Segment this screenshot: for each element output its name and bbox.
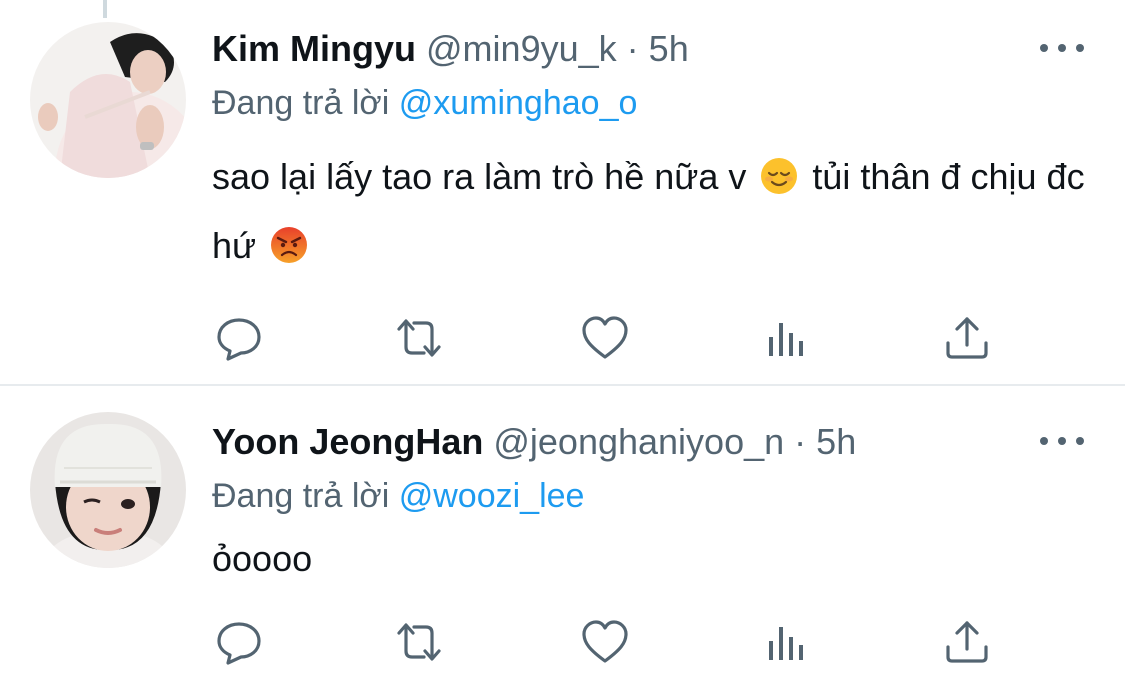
tweet-divider (0, 384, 1125, 386)
tweet-text-part: ỏoooo (212, 538, 313, 579)
username[interactable]: @min9yu_k (426, 28, 617, 69)
share-icon[interactable] (942, 617, 992, 667)
more-icon[interactable] (1040, 431, 1084, 451)
more-icon[interactable] (1040, 38, 1084, 58)
separator-dot: · (626, 28, 639, 69)
tweet[interactable]: Kim Mingyu @min9yu_k · 5h Đang trả lời @… (0, 0, 1125, 385)
replying-to-label: Đang trả lời (212, 84, 390, 122)
display-name[interactable]: Kim Mingyu (212, 28, 416, 69)
tweet-header: Yoon JeongHan @jeonghaniyoo_n · 5h (212, 421, 856, 463)
relieved-face-emoji (760, 151, 798, 214)
replying-to-label: Đang trả lời (212, 477, 390, 515)
tweet-text-part: sao lại lấy tao ra làm trò hề nữa v (212, 156, 747, 197)
retweet-icon[interactable] (394, 617, 444, 667)
reply-icon[interactable] (214, 617, 264, 667)
username[interactable]: @jeonghaniyoo_n (493, 421, 784, 462)
tweet-actions (212, 617, 1012, 667)
mention-link[interactable]: @woozi_lee (399, 477, 585, 515)
analytics-icon[interactable] (763, 617, 813, 667)
avatar-image (30, 22, 186, 178)
timestamp[interactable]: 5h (649, 28, 689, 69)
like-icon[interactable] (580, 313, 630, 363)
tweet-text: sao lại lấy tao ra làm trò hề nữa v tủi … (212, 145, 1092, 283)
analytics-icon[interactable] (763, 313, 813, 363)
separator-dot: · (794, 421, 807, 462)
display-name[interactable]: Yoon JeongHan (212, 421, 483, 462)
replying-to: Đang trả lời @woozi_lee (212, 477, 584, 516)
mention-link[interactable]: @xuminghao_o (399, 84, 638, 122)
angry-face-emoji (270, 220, 308, 283)
like-icon[interactable] (580, 617, 630, 667)
avatar[interactable] (30, 412, 186, 568)
share-icon[interactable] (942, 313, 992, 363)
tweet-actions (212, 313, 1012, 363)
reply-icon[interactable] (214, 313, 264, 363)
tweet-text: ỏoooo (212, 527, 1092, 590)
tweet-header: Kim Mingyu @min9yu_k · 5h (212, 28, 689, 70)
avatar-image (30, 412, 186, 568)
replying-to: Đang trả lời @xuminghao_o (212, 84, 637, 123)
avatar[interactable] (30, 22, 186, 178)
retweet-icon[interactable] (394, 313, 444, 363)
timestamp[interactable]: 5h (816, 421, 856, 462)
tweet[interactable]: Yoon JeongHan @jeonghaniyoo_n · 5h Đang … (0, 387, 1125, 691)
